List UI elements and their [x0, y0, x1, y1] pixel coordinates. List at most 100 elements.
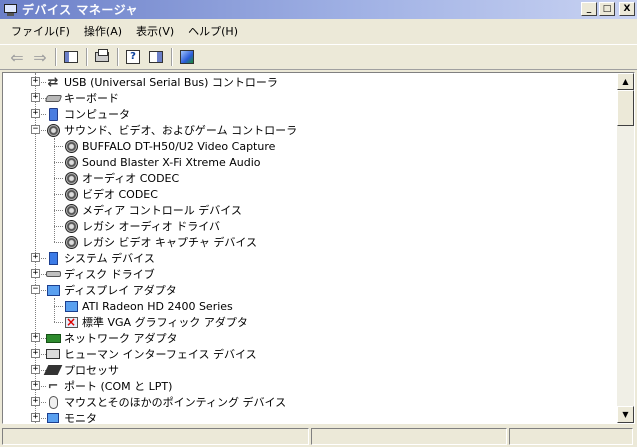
device-manager-icon: [3, 2, 19, 18]
tree-expander[interactable]: +: [31, 253, 40, 262]
device-category[interactable]: コンピュータ: [45, 106, 130, 122]
device-category[interactable]: ディスプレイ アダプタ: [45, 282, 177, 298]
close-button[interactable]: X: [619, 2, 635, 16]
tree-expander[interactable]: +: [31, 93, 40, 102]
toolbar: ⇐ ⇒ ?: [0, 44, 637, 70]
device-category[interactable]: サウンド、ビデオ、およびゲーム コントローラ: [45, 122, 297, 138]
device-category[interactable]: モニタ: [45, 410, 97, 424]
tree-connector: [54, 178, 63, 179]
device-label: ネットワーク アダプタ: [64, 332, 178, 345]
port-icon: ⌐: [45, 378, 61, 394]
menu-action[interactable]: 操作(A): [77, 21, 129, 41]
device-category[interactable]: ⇄ USB (Universal Serial Bus) コントローラ: [45, 74, 278, 90]
computer-icon: [45, 106, 61, 122]
device-item[interactable]: オーディオ CODEC: [63, 170, 179, 186]
title-bar[interactable]: デバイス マネージャ _ □ X: [0, 0, 637, 19]
processor-icon: [43, 362, 63, 378]
network-adapter-icon-glyph: [45, 333, 61, 343]
computer-icon-glyph: [48, 107, 58, 121]
back-arrow-icon[interactable]: ⇐: [6, 46, 28, 68]
device-category[interactable]: システム デバイス: [45, 250, 155, 266]
device-item[interactable]: レガシ ビデオ キャプチャ デバイス: [63, 234, 257, 250]
status-pane-right: [509, 428, 633, 445]
display-adapter-icon-glyph: [46, 284, 60, 296]
tree-expander[interactable]: +: [31, 109, 40, 118]
tree-connector: [54, 306, 63, 307]
speaker-icon: [63, 154, 79, 170]
speaker-icon-glyph: [64, 139, 78, 153]
status-pane-middle: [311, 428, 507, 445]
tree-expander[interactable]: +: [31, 77, 40, 86]
device-label: USB (Universal Serial Bus) コントローラ: [64, 76, 278, 89]
mouse-icon: [45, 394, 61, 410]
minimize-button[interactable]: _: [581, 2, 597, 16]
toolbar-separator: [55, 48, 57, 66]
device-label: レガシ ビデオ キャプチャ デバイス: [82, 236, 258, 249]
menu-file[interactable]: ファイル(F): [4, 21, 77, 41]
tree-expander[interactable]: +: [31, 365, 40, 374]
device-tree[interactable]: + ⇄ USB (Universal Serial Bus) コントローラ + キーボー…: [3, 73, 617, 423]
device-label: メディア コントロール デバイス: [82, 204, 242, 217]
tree-expander[interactable]: +: [31, 381, 40, 390]
tree-connector: [54, 194, 63, 195]
port-icon-glyph: ⌐: [47, 378, 59, 394]
device-label: ヒューマン インターフェイス デバイス: [64, 348, 257, 361]
speaker-icon-glyph: [64, 187, 78, 201]
scroll-down-button[interactable]: ▼: [617, 406, 634, 423]
device-label: ディスク ドライブ: [64, 268, 155, 281]
system-device-icon: [45, 250, 61, 266]
disk-drive-icon-glyph: [45, 271, 61, 277]
device-category[interactable]: ヒューマン インターフェイス デバイス: [45, 346, 257, 362]
vertical-scrollbar[interactable]: ▲ ▼: [617, 73, 634, 423]
monitor-icon-glyph: [47, 413, 59, 423]
show-hide-panel-icon[interactable]: [145, 46, 167, 68]
display-adapter-error-icon-glyph: ×: [64, 314, 78, 329]
keyboard-icon-glyph: [44, 94, 62, 102]
device-item[interactable]: メディア コントロール デバイス: [63, 202, 242, 218]
device-category[interactable]: プロセッサ: [43, 362, 119, 378]
device-item[interactable]: Sound Blaster X-Fi Xtreme Audio: [63, 154, 261, 170]
device-label: ビデオ CODEC: [82, 188, 158, 201]
device-label: オーディオ CODEC: [82, 172, 180, 185]
device-label: マウスとそのほかのポインティング デバイス: [64, 396, 287, 409]
device-label: モニタ: [64, 412, 97, 424]
tree-expander[interactable]: +: [31, 413, 40, 422]
speaker-icon: [63, 234, 79, 250]
scan-hardware-icon[interactable]: [176, 46, 198, 68]
tree-expander[interactable]: +: [31, 349, 40, 358]
scroll-up-button[interactable]: ▲: [617, 73, 634, 90]
print-icon[interactable]: [91, 46, 113, 68]
device-item[interactable]: ビデオ CODEC: [63, 186, 158, 202]
speaker-icon-glyph: [64, 235, 78, 249]
status-bar: [0, 426, 637, 447]
tree-expander[interactable]: +: [31, 269, 40, 278]
menu-view[interactable]: 表示(V): [129, 21, 181, 41]
device-category[interactable]: ディスク ドライブ: [45, 266, 155, 282]
help-icon[interactable]: ?: [122, 46, 144, 68]
device-tree-pane[interactable]: + ⇄ USB (Universal Serial Bus) コントローラ + キーボー…: [2, 72, 635, 424]
tree-expander[interactable]: −: [31, 125, 40, 134]
tree-connector: [54, 162, 63, 163]
maximize-button[interactable]: □: [599, 2, 615, 16]
tree-expander[interactable]: −: [31, 285, 40, 294]
network-adapter-icon: [45, 330, 61, 346]
scroll-thumb[interactable]: [617, 90, 634, 126]
device-category[interactable]: マウスとそのほかのポインティング デバイス: [45, 394, 286, 410]
device-category[interactable]: ネットワーク アダプタ: [45, 330, 178, 346]
properties-icon[interactable]: [60, 46, 82, 68]
device-item[interactable]: レガシ オーディオ ドライバ: [63, 218, 220, 234]
device-category[interactable]: ⌐ ポート (COM と LPT): [45, 378, 173, 394]
usb-icon: ⇄: [45, 74, 61, 90]
tree-expander[interactable]: +: [31, 333, 40, 342]
device-label: プロセッサ: [64, 364, 119, 377]
tree-connector: [54, 226, 63, 227]
device-category[interactable]: キーボード: [44, 90, 119, 106]
device-item[interactable]: × 標準 VGA グラフィック アダプタ: [63, 314, 248, 330]
forward-arrow-icon[interactable]: ⇒: [29, 46, 51, 68]
tree-expander[interactable]: +: [31, 397, 40, 406]
keyboard-icon: [44, 90, 62, 106]
device-item[interactable]: ATI Radeon HD 2400 Series: [63, 298, 233, 314]
menu-help[interactable]: ヘルプ(H): [181, 21, 245, 41]
device-label: システム デバイス: [64, 252, 155, 265]
device-item[interactable]: BUFFALO DT-H50/U2 Video Capture: [63, 138, 275, 154]
